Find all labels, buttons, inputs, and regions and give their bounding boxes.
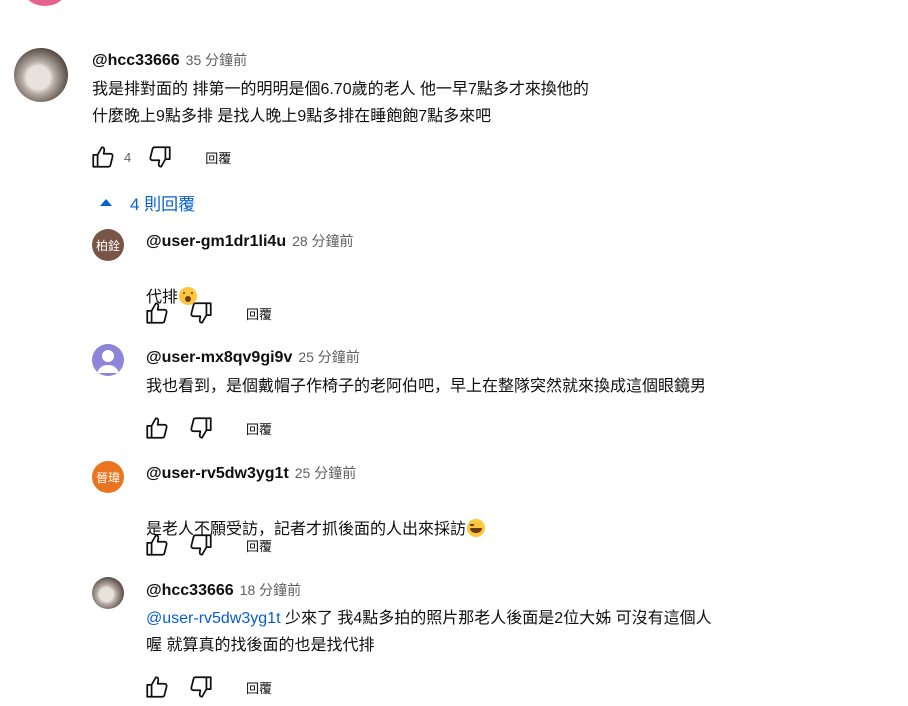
comment-header: @hcc33666 35 分鐘前	[92, 50, 247, 70]
reply-header: @hcc33666 18 分鐘前	[146, 580, 301, 600]
thumbs-up-icon	[146, 676, 168, 698]
reply-button[interactable]: 回覆	[246, 304, 272, 323]
reply-toolbar: 回覆	[142, 672, 272, 702]
thumbs-up-icon	[146, 302, 168, 324]
avatar[interactable]	[92, 577, 124, 609]
reply-text: 我也看到，是個戴帽子作椅子的老阿伯吧，早上在整隊突然就來換成這個眼鏡男	[146, 378, 707, 395]
previous-comment-avatar	[25, 0, 65, 6]
comment-text: 我是排對面的 排第一的明明是個6.70歲的老人 他一早7點多才來換他的 什麼晚上…	[92, 81, 589, 125]
reply-time[interactable]: 25 分鐘前	[295, 463, 356, 483]
reply-header: @user-mx8qv9gi9v 25 分鐘前	[146, 347, 360, 367]
thumbs-down-icon	[149, 146, 171, 168]
reply-button[interactable]: 回覆	[246, 419, 272, 438]
caret-up-icon	[100, 199, 112, 206]
reply-author[interactable]: @hcc33666	[146, 582, 234, 600]
thumbs-down-icon	[190, 676, 212, 698]
like-button[interactable]	[142, 413, 172, 443]
laughing-face-icon	[467, 519, 486, 537]
thumbs-up-icon	[146, 534, 168, 556]
avatar[interactable]	[14, 48, 68, 102]
like-button[interactable]	[142, 530, 172, 560]
dislike-button[interactable]	[186, 413, 216, 443]
reply-toolbar: 回覆	[142, 413, 272, 443]
hide-replies-button[interactable]: 4 則回覆	[100, 190, 195, 215]
reply-button[interactable]: 回覆	[246, 536, 272, 555]
reply-header: @user-gm1dr1li4u 28 分鐘前	[146, 231, 354, 251]
avatar[interactable]: 柏銓	[92, 229, 124, 261]
avatar[interactable]	[92, 344, 124, 376]
thumbs-down-icon	[190, 417, 212, 439]
comment-author[interactable]: @hcc33666	[92, 52, 180, 70]
reply-header: @user-rv5dw3yg1t 25 分鐘前	[146, 463, 356, 483]
reply-button[interactable]: 回覆	[205, 148, 231, 167]
reply-toolbar: 回覆	[142, 530, 272, 560]
like-button[interactable]	[88, 142, 118, 172]
like-count: 4	[124, 149, 132, 165]
reply-time[interactable]: 18 分鐘前	[240, 580, 301, 600]
replies-count-label: 4 則回覆	[130, 195, 196, 214]
dislike-button[interactable]	[145, 142, 175, 172]
thumbs-down-icon	[190, 534, 212, 556]
reply-author[interactable]: @user-rv5dw3yg1t	[146, 465, 289, 483]
dislike-button[interactable]	[186, 298, 216, 328]
reply-time[interactable]: 25 分鐘前	[298, 347, 359, 367]
reply-text-block: @user-rv5dw3yg1t 少來了 我4點多拍的照片那老人後面是2位大姊 …	[146, 605, 836, 659]
comment-time[interactable]: 35 分鐘前	[186, 50, 247, 70]
reply-author[interactable]: @user-gm1dr1li4u	[146, 233, 286, 251]
thumbs-up-icon	[146, 417, 168, 439]
default-user-icon	[97, 350, 119, 373]
like-button[interactable]	[142, 672, 172, 702]
dislike-button[interactable]	[186, 530, 216, 560]
dislike-button[interactable]	[186, 672, 216, 702]
like-button[interactable]	[142, 298, 172, 328]
reply-toolbar: 回覆	[142, 298, 272, 328]
reply-author[interactable]: @user-mx8qv9gi9v	[146, 349, 292, 367]
thumbs-down-icon	[190, 302, 212, 324]
mention-link[interactable]: @user-rv5dw3yg1t	[146, 610, 281, 627]
reply-button[interactable]: 回覆	[246, 678, 272, 697]
reply-time[interactable]: 28 分鐘前	[292, 231, 353, 251]
avatar[interactable]: 晉瑋	[92, 461, 124, 493]
thumbs-up-icon	[92, 146, 114, 168]
comment-toolbar: 4 回覆	[88, 142, 231, 172]
